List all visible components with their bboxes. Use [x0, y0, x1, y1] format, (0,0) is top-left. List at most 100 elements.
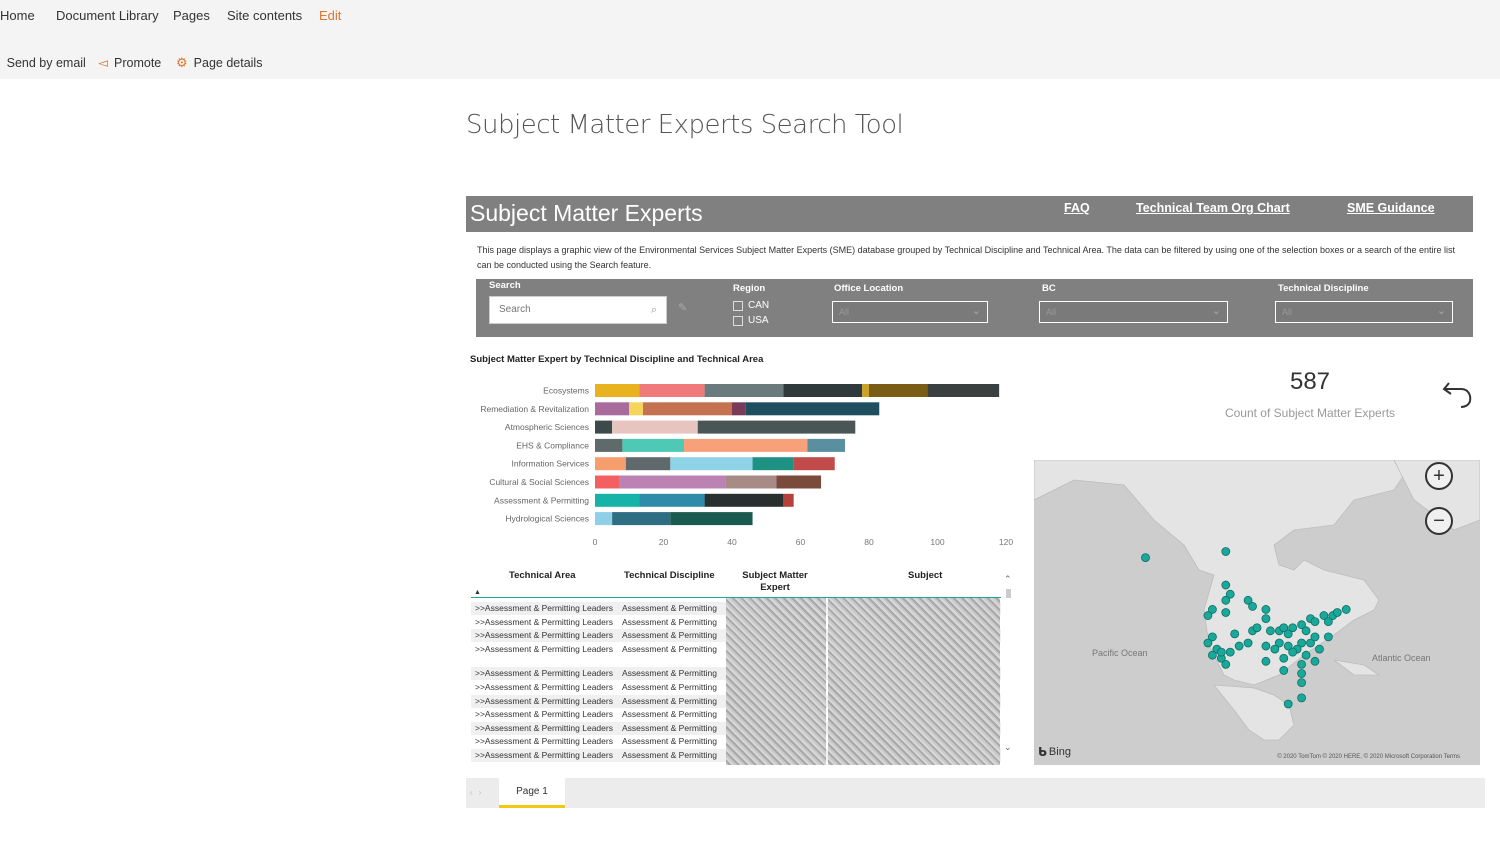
map-location-dot[interactable]	[1234, 641, 1244, 651]
scrollbar-thumb[interactable]	[1006, 589, 1011, 598]
bar-segment[interactable]	[642, 402, 732, 416]
bar-segment[interactable]	[776, 475, 822, 489]
map-location-dot[interactable]	[1301, 650, 1311, 660]
map-location-dot[interactable]	[1261, 614, 1271, 624]
bar-segment[interactable]	[612, 512, 671, 526]
bar-segment[interactable]	[684, 438, 808, 452]
bar-segment[interactable]	[869, 384, 928, 397]
bar-segment[interactable]	[704, 493, 784, 507]
map-location-dot[interactable]	[1221, 659, 1231, 669]
bc-dropdown[interactable]: All ⌄	[1039, 301, 1228, 323]
bar-segment[interactable]	[783, 493, 794, 507]
page-details-button[interactable]: ⚙ Page details	[176, 55, 262, 71]
bar-segment[interactable]	[745, 402, 880, 416]
map-location-dot[interactable]	[1315, 644, 1324, 654]
sort-ascending-icon[interactable]: ▲	[474, 589, 481, 596]
map-location-dot[interactable]	[1141, 553, 1150, 562]
map-location-dot[interactable]	[1279, 666, 1289, 675]
map-location-dot[interactable]	[1270, 644, 1280, 654]
zoom-in-button[interactable]: +	[1425, 462, 1453, 490]
map-location-dot[interactable]	[1288, 647, 1298, 657]
map-location-dot[interactable]	[1248, 601, 1257, 611]
map-location-dot[interactable]	[1283, 699, 1293, 709]
scroll-down-icon[interactable]: ⌄	[1004, 742, 1012, 753]
map-location-dot[interactable]	[1221, 595, 1231, 605]
org-chart-link[interactable]: Technical Team Org Chart	[1136, 201, 1290, 215]
map-location-dot[interactable]	[1323, 632, 1333, 642]
header-technical-area[interactable]: Technical Area	[509, 570, 576, 582]
bar-segment[interactable]	[704, 384, 784, 397]
bar-segment[interactable]	[595, 512, 613, 526]
map-location-dot[interactable]	[1207, 650, 1217, 660]
map-location-dot[interactable]	[1261, 656, 1271, 666]
map-location-dot[interactable]	[1261, 641, 1271, 651]
search-icon[interactable]: ⌕	[651, 304, 657, 317]
bar-segment[interactable]	[807, 438, 846, 452]
map-location-dot[interactable]	[1297, 669, 1307, 678]
map-location-dot[interactable]	[1288, 623, 1298, 633]
promote-button[interactable]: ◅ Promote	[98, 55, 161, 71]
map-location-dot[interactable]	[1216, 647, 1226, 657]
bar-segment[interactable]	[612, 420, 698, 434]
nav-site-contents[interactable]: Site contents	[227, 8, 302, 23]
nav-home[interactable]: Home	[0, 8, 35, 23]
bar-segment[interactable]	[752, 457, 794, 471]
bar-segment[interactable]	[595, 493, 640, 507]
map-location-dot[interactable]	[1265, 626, 1275, 636]
bar-segment[interactable]	[732, 402, 746, 416]
bar-segment[interactable]	[793, 457, 835, 471]
nav-document-library[interactable]: Document Library	[56, 8, 159, 23]
page-nav-arrows[interactable]: ‹›	[470, 788, 487, 797]
map-location-dot[interactable]	[1221, 580, 1231, 590]
bar-segment[interactable]	[725, 475, 777, 489]
map-location-dot[interactable]	[1230, 629, 1240, 639]
header-subject[interactable]: Subject	[908, 570, 942, 582]
bar-segment[interactable]	[670, 457, 753, 471]
zoom-out-button[interactable]: −	[1425, 507, 1453, 535]
sme-guidance-link[interactable]: SME Guidance	[1347, 201, 1435, 215]
map-location-dot[interactable]	[1221, 547, 1231, 556]
map-location-dot[interactable]	[1221, 608, 1231, 617]
header-technical-discipline[interactable]: Technical Discipline	[624, 570, 715, 582]
region-usa-checkbox[interactable]: USA	[733, 315, 769, 326]
nav-edit-link[interactable]: Edit	[319, 8, 341, 23]
search-input[interactable]	[499, 304, 639, 315]
region-can-checkbox[interactable]: CAN	[733, 300, 769, 311]
map-location-dot[interactable]	[1225, 647, 1235, 657]
map-location-dot[interactable]	[1310, 656, 1320, 666]
bar-segment[interactable]	[697, 420, 856, 434]
map-location-dot[interactable]	[1297, 678, 1307, 688]
bar-segment[interactable]	[595, 402, 630, 416]
map-location-dot[interactable]	[1261, 605, 1271, 614]
technical-discipline-dropdown[interactable]: All ⌄	[1275, 301, 1453, 323]
map-location-dot[interactable]	[1297, 693, 1307, 703]
map-location-dot[interactable]	[1203, 611, 1213, 620]
bar-segment[interactable]	[629, 402, 643, 416]
bar-segment[interactable]	[639, 493, 705, 507]
map-visual[interactable]: Pacific Ocean Atlantic Ocean + − ᑲ Bing …	[1034, 460, 1480, 765]
bar-segment[interactable]	[622, 438, 685, 452]
bar-segment[interactable]	[595, 384, 640, 397]
bar-segment[interactable]	[595, 457, 626, 471]
bar-segment[interactable]	[862, 384, 869, 397]
send-by-email-button[interactable]: ▫ Send by email	[0, 55, 86, 70]
map-location-dot[interactable]	[1341, 605, 1351, 614]
map-location-dot[interactable]	[1203, 638, 1213, 648]
bar-segment[interactable]	[595, 438, 623, 452]
header-subject-matter-expert[interactable]: Subject Matter Expert	[740, 570, 810, 594]
bar-segment[interactable]	[670, 512, 753, 526]
office-location-dropdown[interactable]: All ⌄	[832, 301, 988, 323]
bar-segment[interactable]	[595, 475, 619, 489]
map-location-dot[interactable]	[1310, 632, 1320, 642]
tab-page-1[interactable]: Page 1	[499, 778, 565, 808]
scroll-up-icon[interactable]: ⌃	[1004, 574, 1012, 585]
map-location-dot[interactable]	[1332, 608, 1342, 617]
map-location-dot[interactable]	[1297, 659, 1307, 669]
map-location-dot[interactable]	[1301, 626, 1311, 636]
bar-segment[interactable]	[783, 384, 863, 397]
back-arrow-icon[interactable]	[1441, 372, 1475, 410]
map-location-dot[interactable]	[1279, 653, 1289, 663]
bar-segment[interactable]	[639, 384, 705, 397]
map-location-dot[interactable]	[1243, 638, 1253, 648]
bar-segment[interactable]	[595, 420, 613, 434]
